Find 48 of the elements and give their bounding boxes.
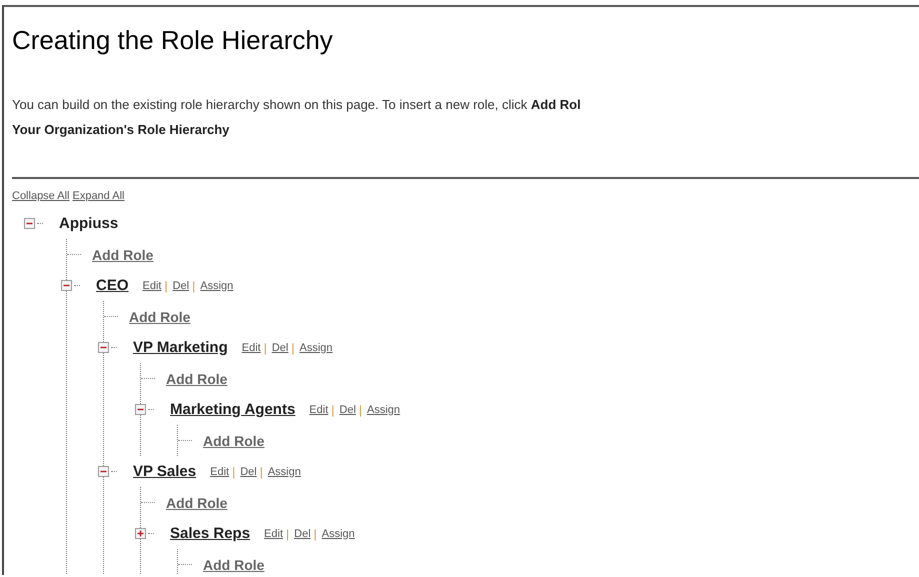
collapse-icon[interactable] xyxy=(24,218,35,229)
role-name[interactable]: VP Marketing xyxy=(133,339,228,356)
role-name[interactable]: VP Sales xyxy=(133,463,196,480)
separator: | xyxy=(164,278,168,292)
collapse-icon[interactable] xyxy=(61,280,72,291)
action-link[interactable]: Assign xyxy=(200,280,234,292)
add-role-link[interactable]: Add Role xyxy=(166,494,228,510)
add-role-link[interactable]: Add Role xyxy=(129,308,190,324)
action-link[interactable]: Del xyxy=(172,280,190,292)
separator: | xyxy=(264,340,267,354)
intro-text: You can build on the existing role hierarchy shown on this page. To insert a new role, click Add Rol xyxy=(12,97,582,113)
action-link[interactable]: Edit xyxy=(264,528,284,540)
tree-toggle-link[interactable]: Expand All xyxy=(72,190,124,203)
action-link[interactable]: Del xyxy=(294,528,311,540)
tree-toggle-link[interactable]: Collapse All xyxy=(12,190,70,203)
action-link[interactable]: Del xyxy=(339,404,356,416)
collapse-icon[interactable] xyxy=(135,404,146,415)
role-name[interactable]: Marketing Agents xyxy=(170,401,296,418)
action-link[interactable]: Edit xyxy=(210,466,230,478)
add-role-link[interactable]: Add Role xyxy=(92,246,154,262)
collapse-icon[interactable] xyxy=(98,342,109,353)
add-role-link[interactable]: Add Role xyxy=(166,370,228,386)
separator: | xyxy=(331,402,334,416)
role-name[interactable]: CEO xyxy=(96,277,129,294)
add-role-link[interactable]: Add Role xyxy=(203,432,264,448)
action-link[interactable]: Edit xyxy=(142,280,162,292)
role-name[interactable]: Appiuss xyxy=(59,215,118,232)
action-link[interactable]: Del xyxy=(272,342,288,354)
action-link[interactable]: Del xyxy=(240,466,257,478)
page-title: Creating the Role Hierarchy xyxy=(12,25,334,55)
separator: | xyxy=(286,526,290,540)
separator: | xyxy=(291,340,294,354)
action-link[interactable]: Assign xyxy=(322,528,355,540)
action-link[interactable]: Assign xyxy=(367,404,400,416)
section-heading: Your Organization's Role Hierarchy xyxy=(12,122,919,179)
action-link[interactable]: Edit xyxy=(242,342,261,354)
separator: | xyxy=(192,278,196,292)
separator: | xyxy=(260,464,263,478)
separator: | xyxy=(232,464,236,478)
role-name[interactable]: Sales Reps xyxy=(170,525,250,542)
action-link[interactable]: Edit xyxy=(309,404,328,416)
expand-icon[interactable] xyxy=(135,528,146,539)
action-link[interactable]: Assign xyxy=(300,342,333,354)
add-role-link[interactable]: Add Role xyxy=(203,556,264,572)
action-link[interactable]: Assign xyxy=(268,466,301,478)
collapse-icon[interactable] xyxy=(98,466,109,477)
separator: | xyxy=(314,526,317,540)
separator: | xyxy=(358,402,362,416)
